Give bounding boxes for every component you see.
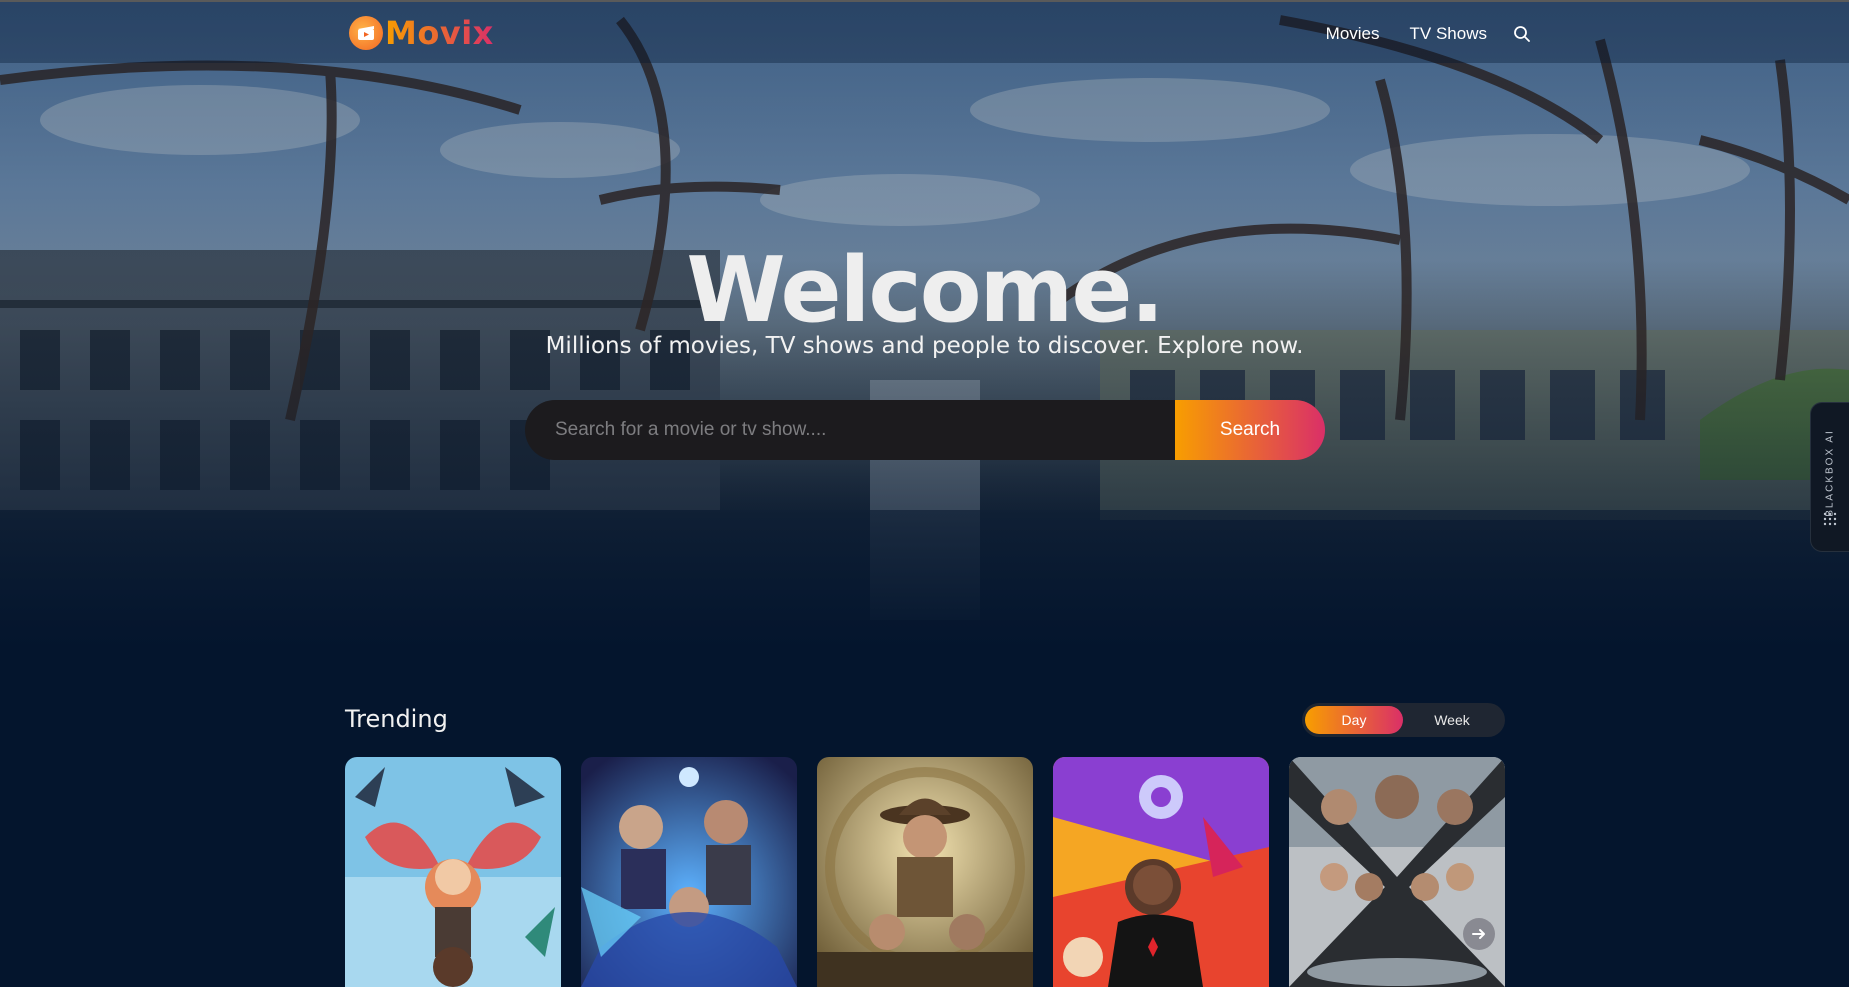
main-nav: Movies TV Shows bbox=[1326, 24, 1531, 44]
search-icon[interactable] bbox=[1513, 25, 1531, 43]
arrow-right-icon[interactable] bbox=[1463, 918, 1495, 950]
movie-card[interactable] bbox=[345, 757, 561, 987]
animated-spider-hero-poster bbox=[1053, 757, 1269, 987]
search-input[interactable] bbox=[525, 400, 1175, 460]
adventure-hat-poster bbox=[817, 757, 1033, 987]
hero-subtitle: Millions of movies, TV shows and people … bbox=[545, 333, 1304, 359]
day-week-switch: Day Week bbox=[1302, 703, 1505, 737]
section-title-trending: Trending bbox=[345, 705, 448, 733]
movie-card[interactable] bbox=[1289, 757, 1505, 987]
search-button[interactable]: Search bbox=[1175, 400, 1325, 460]
movie-card[interactable] bbox=[1053, 757, 1269, 987]
trending-carousel bbox=[345, 757, 1505, 987]
tab-day[interactable]: Day bbox=[1305, 706, 1403, 734]
clapperboard-icon bbox=[349, 16, 383, 50]
nav-tv-shows[interactable]: TV Shows bbox=[1410, 24, 1487, 44]
dots-grid-icon bbox=[1823, 512, 1837, 526]
tab-week[interactable]: Week bbox=[1403, 706, 1501, 734]
hero-search: Search bbox=[525, 400, 1325, 460]
blackbox-ai-widget[interactable]: BLACKBOX AI bbox=[1810, 402, 1849, 552]
hero-title: Welcome. bbox=[686, 238, 1164, 343]
logo-text: Movix bbox=[385, 14, 494, 52]
movie-card[interactable] bbox=[581, 757, 797, 987]
widget-label: BLACKBOX AI bbox=[1824, 429, 1836, 517]
fantasy-heroes-blue-poster bbox=[581, 757, 797, 987]
animated-dragon-wings-poster bbox=[345, 757, 561, 987]
nav-movies[interactable]: Movies bbox=[1326, 24, 1380, 44]
action-ensemble-cast-poster bbox=[1289, 757, 1505, 987]
movie-card[interactable] bbox=[817, 757, 1033, 987]
logo[interactable]: Movix bbox=[349, 14, 494, 52]
site-header: Movix Movies TV Shows bbox=[0, 2, 1849, 63]
